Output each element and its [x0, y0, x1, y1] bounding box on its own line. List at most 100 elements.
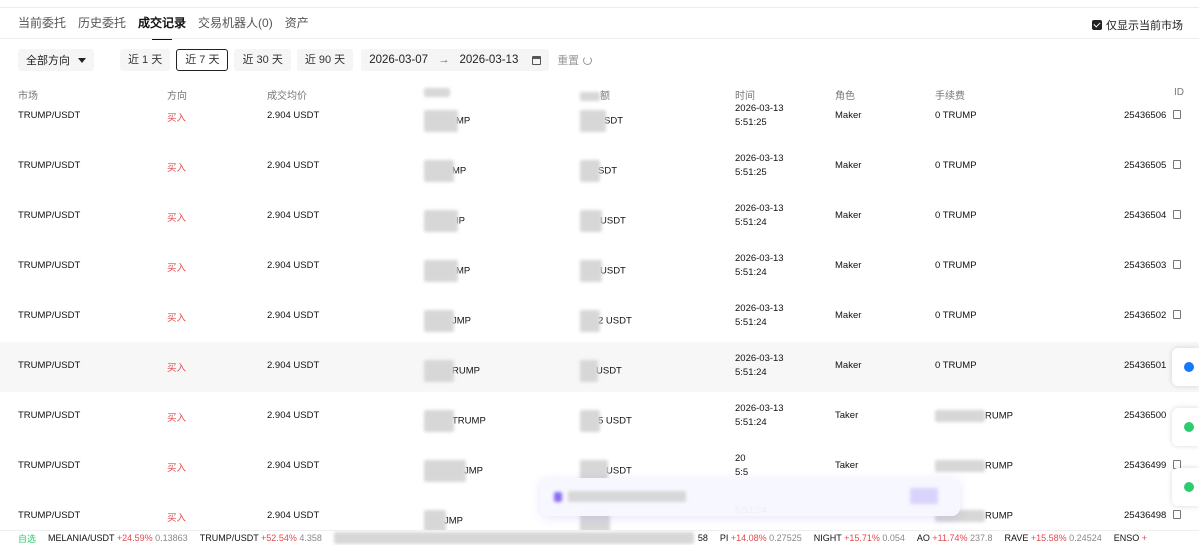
- cell-side: 买入: [167, 263, 187, 274]
- cell-avg-price: 2.904 USDT: [267, 310, 320, 321]
- cell-side: 买入: [167, 113, 187, 124]
- copy-icon[interactable]: [1173, 110, 1181, 119]
- cell-role: Maker: [835, 260, 862, 271]
- table-row: TRUMP/USDT 买入 2.904 USDT JMP 2 USDT 2026-03-1…: [0, 292, 1199, 342]
- cell-time: 2026-03-13 5:51:24: [735, 303, 784, 328]
- copy-icon[interactable]: [1173, 510, 1181, 519]
- cell-amount: SDT: [580, 160, 617, 182]
- cell-id: 25436506: [1124, 110, 1167, 121]
- table-row: TRUMP/USDT 买入 2.904 USDT IP USDT 2026-03-13 5:…: [0, 192, 1199, 242]
- calendar-icon[interactable]: [532, 55, 542, 65]
- side-notification-success-1[interactable]: [1172, 408, 1199, 446]
- tab-order-history[interactable]: 历史委托: [78, 10, 126, 38]
- cell-market: TRUMP/USDT: [18, 260, 81, 271]
- toast-popup[interactable]: [540, 478, 960, 516]
- tab-trade-history[interactable]: 成交记录: [138, 10, 186, 40]
- ticker-item[interactable]: ENSO +: [1114, 533, 1147, 543]
- cell-time: 2026-03-13 5:51:24: [735, 253, 784, 278]
- cell-fee: RUMP: [935, 410, 1013, 422]
- filter-bar: 全部方向 近 1 天 近 7 天 近 30 天 近 90 天 2026-03-0…: [18, 48, 593, 72]
- cell-avg-price: 2.904 USDT: [267, 110, 320, 121]
- cell-fee: 0 TRUMP: [935, 110, 977, 121]
- cell-amount: USDT: [580, 360, 622, 382]
- clock-icon: [1184, 362, 1194, 372]
- date-start[interactable]: 2026-03-07: [369, 54, 428, 66]
- cell-side: 买入: [167, 163, 187, 174]
- cell-role: Taker: [835, 460, 859, 471]
- copy-icon[interactable]: [1173, 260, 1181, 269]
- cell-qty: MP: [424, 110, 470, 132]
- cell-market: TRUMP/USDT: [18, 460, 81, 471]
- ticker-blurred: [333, 532, 694, 544]
- cell-time: 2026-03-13 5:51:24: [735, 203, 784, 228]
- toast-text: [568, 491, 686, 502]
- cell-id: 25436500: [1124, 410, 1167, 421]
- checkbox-checked-icon[interactable]: [1092, 20, 1102, 30]
- ticker-item[interactable]: TRUMP/USDT +52.54% 4.358: [200, 533, 322, 543]
- copy-icon[interactable]: [1173, 210, 1181, 219]
- side-notification-clock[interactable]: [1172, 348, 1199, 386]
- cell-qty: RUMP: [424, 360, 480, 382]
- range-7d-button[interactable]: 近 7 天: [176, 49, 229, 71]
- cell-avg-price: 2.904 USDT: [267, 260, 320, 271]
- cell-id: 25436504: [1124, 210, 1167, 221]
- tab-assets[interactable]: 资产: [285, 10, 309, 38]
- cell-id: 25436503: [1124, 260, 1167, 271]
- cell-amount: SDT: [580, 110, 623, 132]
- cell-time: 2026-03-13 5:51:25: [735, 103, 784, 128]
- cell-qty: MP: [424, 160, 466, 182]
- cell-qty: JMP: [424, 310, 471, 332]
- direction-select[interactable]: 全部方向: [18, 49, 94, 71]
- cell-id: 25436505: [1124, 160, 1167, 171]
- ticker-item[interactable]: 58: [698, 533, 708, 543]
- arrow-right-icon: →: [438, 54, 450, 66]
- ticker-item[interactable]: AO +11.74% 237.8: [917, 533, 993, 543]
- range-90d-button[interactable]: 近 90 天: [296, 49, 354, 71]
- copy-icon[interactable]: [1173, 160, 1181, 169]
- date-end[interactable]: 2026-03-13: [460, 54, 519, 66]
- cell-amount: USDT: [580, 210, 626, 232]
- ticker-item[interactable]: 自选: [18, 532, 36, 545]
- cell-time: 20 5:5: [735, 453, 749, 478]
- ticker-item[interactable]: NIGHT +15.71% 0.054: [814, 533, 905, 543]
- check-circle-icon: [1184, 422, 1194, 432]
- cell-amount: USDT: [580, 260, 626, 282]
- table-row: TRUMP/USDT 买入 2.904 USDT MP USDT 2026-03-13 5:…: [0, 242, 1199, 292]
- cell-side: 买入: [167, 513, 187, 524]
- cell-id: 25436498: [1124, 510, 1167, 521]
- cell-fee: 0 TRUMP: [935, 260, 977, 271]
- cell-role: Maker: [835, 210, 862, 221]
- ticker-item[interactable]: PI +14.08% 0.27525: [720, 533, 802, 543]
- table-row: TRUMP/USDT 买入 2.904 USDT MP SDT 2026-03-13 5:5…: [0, 142, 1199, 192]
- range-30d-button[interactable]: 近 30 天: [234, 49, 291, 71]
- cell-fee: 0 TRUMP: [935, 210, 977, 221]
- side-notification-success-2[interactable]: [1172, 468, 1199, 506]
- toast-icon: [554, 492, 562, 502]
- cell-fee: 0 TRUMP: [935, 310, 977, 321]
- tab-trading-bots[interactable]: 交易机器人(0): [198, 10, 273, 38]
- cell-avg-price: 2.904 USDT: [267, 210, 320, 221]
- table-row: TRUMP/USDT 买入 2.904 USDT TRUMP 5 USDT 2026-03…: [0, 392, 1199, 442]
- ticker-item[interactable]: MELANIA/USDT +24.59% 0.13863: [48, 533, 188, 543]
- date-range-picker[interactable]: 2026-03-07 → 2026-03-13: [361, 49, 550, 71]
- tab-open-orders[interactable]: 当前委托: [18, 10, 66, 38]
- cell-role: Taker: [835, 410, 859, 421]
- direction-select-value: 全部方向: [26, 55, 70, 67]
- cell-avg-price: 2.904 USDT: [267, 160, 320, 171]
- copy-icon[interactable]: [1173, 310, 1181, 319]
- range-1d-button[interactable]: 近 1 天: [120, 49, 171, 71]
- ticker-item[interactable]: RAVE +15.58% 0.24524: [1005, 533, 1102, 543]
- reset-button[interactable]: 重置: [557, 52, 593, 68]
- cell-qty: MP: [424, 260, 470, 282]
- toast-action[interactable]: [910, 488, 938, 504]
- cell-avg-price: 2.904 USDT: [267, 510, 320, 521]
- cell-market: TRUMP/USDT: [18, 210, 81, 221]
- cell-market: TRUMP/USDT: [18, 310, 81, 321]
- cell-avg-price: 2.904 USDT: [267, 460, 320, 471]
- cell-side: 买入: [167, 363, 187, 374]
- only-current-market-toggle[interactable]: 仅显示当前市场: [1092, 17, 1183, 33]
- table-row: TRUMP/USDT 买入 2.904 USDT MP SDT 2026-03-13 5:5…: [0, 92, 1199, 142]
- cell-qty: JMP: [424, 510, 463, 532]
- cell-qty: TRUMP: [424, 410, 486, 432]
- cell-avg-price: 2.904 USDT: [267, 360, 320, 371]
